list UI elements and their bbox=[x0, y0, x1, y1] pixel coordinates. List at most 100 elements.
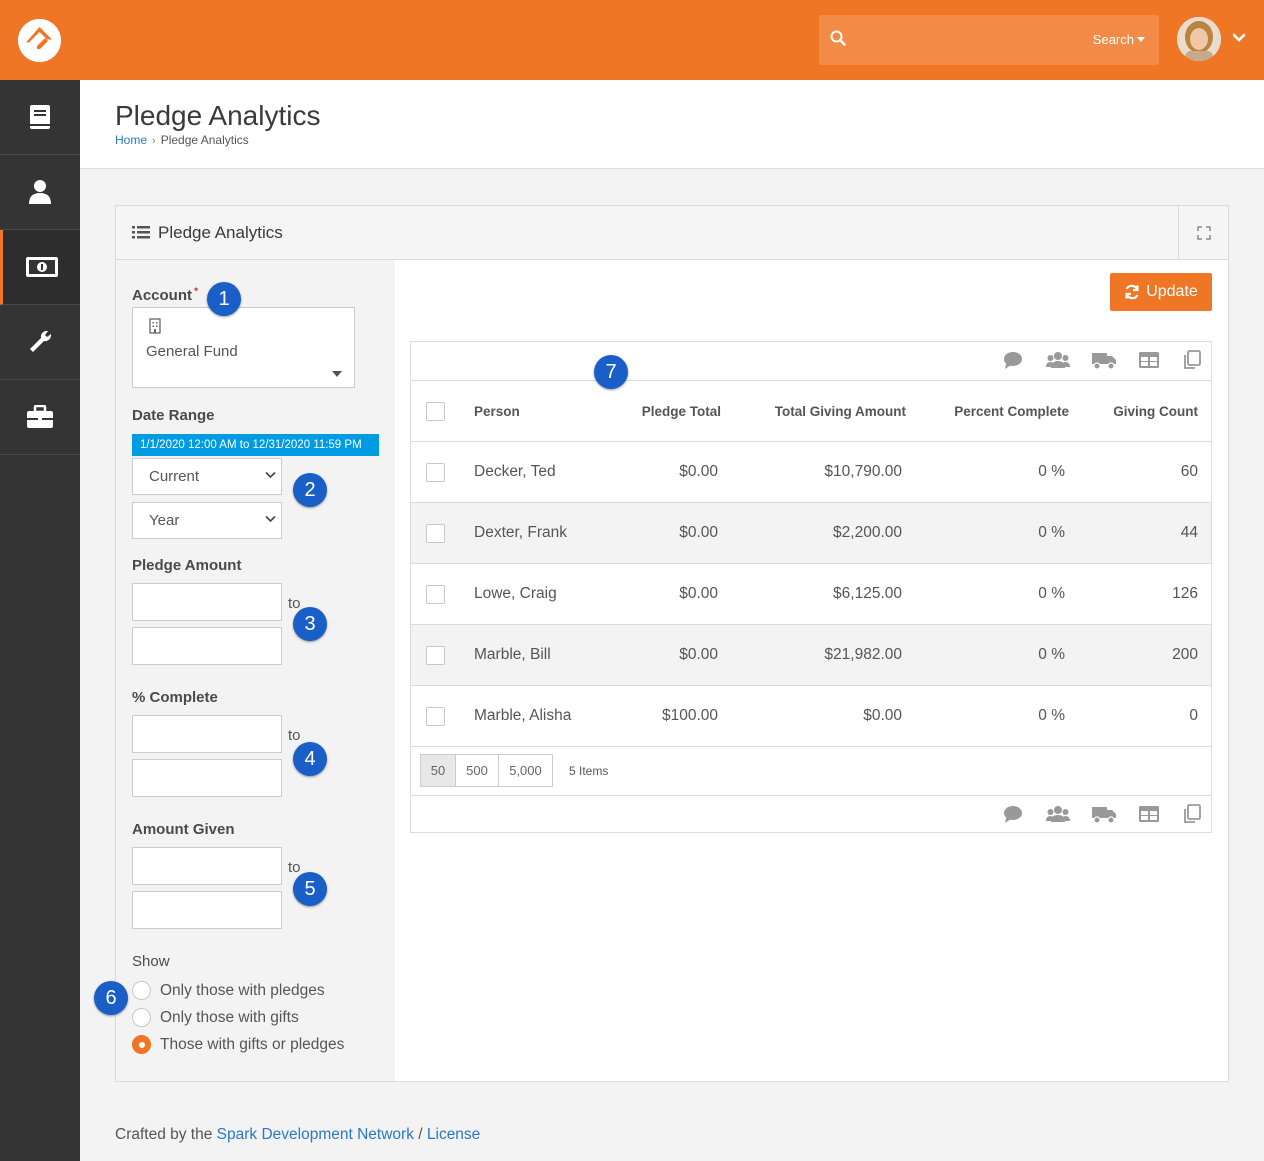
top-bar: Search bbox=[0, 0, 1264, 80]
group-icon[interactable] bbox=[1046, 350, 1070, 370]
row-checkbox-cell bbox=[426, 686, 446, 746]
radio-button[interactable] bbox=[132, 1008, 151, 1027]
merge-template-icon[interactable] bbox=[1182, 350, 1202, 370]
select-all-checkbox[interactable] bbox=[426, 401, 445, 421]
chevron-down-icon bbox=[265, 515, 276, 523]
sidebar-item-content[interactable] bbox=[0, 80, 80, 155]
excel-export-icon[interactable] bbox=[1138, 804, 1160, 824]
column-header-percent-complete[interactable]: Percent Complete bbox=[954, 381, 1069, 441]
date-range-mode-select[interactable]: Current bbox=[132, 458, 282, 495]
money-icon bbox=[25, 257, 58, 277]
callout-marker-3: 3 bbox=[293, 607, 327, 641]
callout-marker-6: 6 bbox=[94, 981, 128, 1015]
date-range-label: Date Range bbox=[132, 407, 215, 424]
pledge-analytics-panel: Pledge Analytics Account • General Fund D… bbox=[115, 205, 1229, 1082]
avatar[interactable] bbox=[1177, 17, 1221, 61]
pledge-amount-min-input[interactable] bbox=[132, 583, 282, 621]
row-checkbox[interactable] bbox=[426, 584, 445, 604]
column-header-pledge-total[interactable]: Pledge Total bbox=[642, 381, 721, 441]
table-row[interactable]: Marble, Alisha $100.00 $0.00 0 % 0 bbox=[411, 686, 1211, 747]
amount-given-to-label: to bbox=[288, 859, 301, 876]
percent-complete-max-input[interactable] bbox=[132, 759, 282, 797]
account-picker[interactable]: General Fund bbox=[132, 307, 355, 388]
sidebar-item-tools[interactable] bbox=[0, 305, 80, 380]
cell-total-giving: $10,790.00 bbox=[824, 463, 902, 480]
update-button[interactable]: Update bbox=[1110, 273, 1212, 311]
search-type-button[interactable]: Search bbox=[1093, 32, 1145, 47]
show-option-gifts[interactable]: Only those with gifts bbox=[132, 1008, 299, 1027]
truck-icon[interactable] bbox=[1092, 350, 1116, 370]
search-box: Search bbox=[819, 15, 1159, 65]
table-row[interactable]: Decker, Ted $0.00 $10,790.00 0 % 60 bbox=[411, 442, 1211, 503]
cell-total-giving: $2,200.00 bbox=[833, 524, 902, 541]
percent-complete-min-input[interactable] bbox=[132, 715, 282, 753]
sidebar-item-admin[interactable] bbox=[0, 380, 80, 455]
table-row[interactable]: Marble, Bill $0.00 $21,982.00 0 % 200 bbox=[411, 625, 1211, 686]
radio-button-selected[interactable] bbox=[132, 1035, 151, 1054]
group-icon[interactable] bbox=[1046, 804, 1070, 824]
table-row[interactable]: Dexter, Frank $0.00 $2,200.00 0 % 44 bbox=[411, 503, 1211, 564]
row-checkbox[interactable] bbox=[426, 645, 445, 665]
license-link[interactable]: License bbox=[427, 1126, 480, 1143]
building-icon bbox=[149, 318, 161, 334]
amount-given-min-input[interactable] bbox=[132, 847, 282, 885]
show-option-pledges[interactable]: Only those with pledges bbox=[132, 981, 325, 1000]
book-icon bbox=[30, 105, 50, 129]
cell-giving-count: 60 bbox=[1180, 463, 1198, 480]
sidebar-item-finance[interactable] bbox=[0, 230, 80, 305]
pledge-amount-label: Pledge Amount bbox=[132, 557, 242, 574]
search-input[interactable] bbox=[859, 23, 1079, 57]
cell-percent-complete: 0 % bbox=[1038, 524, 1065, 541]
table-row[interactable]: Lowe, Craig $0.00 $6,125.00 0 % 126 bbox=[411, 564, 1211, 625]
grid-actions-top bbox=[411, 342, 1211, 380]
percent-complete-label: % Complete bbox=[132, 689, 218, 706]
panel-title: Pledge Analytics bbox=[158, 223, 283, 242]
pledge-amount-max-input[interactable] bbox=[132, 627, 282, 665]
row-checkbox[interactable] bbox=[426, 523, 445, 543]
radio-button[interactable] bbox=[132, 981, 151, 1000]
cell-percent-complete: 0 % bbox=[1038, 585, 1065, 602]
cell-giving-count: 0 bbox=[1189, 707, 1198, 724]
footer-prefix: Crafted by the bbox=[115, 1126, 217, 1143]
row-checkbox-cell bbox=[426, 625, 446, 685]
callout-marker-5: 5 bbox=[293, 872, 327, 906]
chevron-down-icon bbox=[265, 471, 276, 479]
communicate-icon[interactable] bbox=[1002, 350, 1024, 370]
column-header-giving-count[interactable]: Giving Count bbox=[1113, 381, 1198, 441]
list-icon bbox=[132, 226, 150, 239]
communicate-icon[interactable] bbox=[1002, 804, 1024, 824]
breadcrumb-chevron-icon: › bbox=[152, 135, 156, 147]
pledge-amount-to-label: to bbox=[288, 595, 301, 612]
truck-icon[interactable] bbox=[1092, 804, 1116, 824]
column-header-person[interactable]: Person bbox=[474, 381, 520, 441]
breadcrumb-home-link[interactable]: Home bbox=[115, 133, 147, 147]
callout-marker-1: 1 bbox=[207, 282, 241, 316]
select-all-checkbox-cell bbox=[426, 381, 446, 441]
amount-given-max-input[interactable] bbox=[132, 891, 282, 929]
cell-total-giving: $21,982.00 bbox=[824, 646, 902, 663]
column-header-total-giving[interactable]: Total Giving Amount bbox=[775, 381, 906, 441]
fullscreen-button[interactable] bbox=[1178, 206, 1228, 259]
row-checkbox[interactable] bbox=[426, 706, 445, 726]
date-range-mode-value: Current bbox=[149, 468, 200, 485]
page-size-50[interactable]: 50 bbox=[420, 754, 456, 787]
filter-column: Account • General Fund Date Range 1/1/202… bbox=[116, 260, 395, 1081]
wrench-icon bbox=[30, 330, 52, 352]
percent-complete-to-label: to bbox=[288, 727, 301, 744]
date-range-unit-select[interactable]: Year bbox=[132, 502, 282, 539]
page-size-500[interactable]: 500 bbox=[455, 754, 499, 787]
briefcase-icon bbox=[27, 405, 53, 428]
spark-link[interactable]: Spark Development Network bbox=[217, 1126, 414, 1143]
page-size-5000[interactable]: 5,000 bbox=[498, 754, 553, 787]
rock-logo-icon[interactable] bbox=[18, 19, 61, 62]
row-checkbox[interactable] bbox=[426, 462, 445, 482]
sidebar-item-people[interactable] bbox=[0, 155, 80, 230]
chevron-down-icon[interactable] bbox=[1232, 33, 1246, 43]
grid-header-row: Person Pledge Total Total Giving Amount … bbox=[411, 380, 1211, 442]
excel-export-icon[interactable] bbox=[1138, 350, 1160, 370]
show-option-gifts-or-pledges[interactable]: Those with gifts or pledges bbox=[132, 1035, 344, 1054]
expand-icon bbox=[1196, 225, 1211, 240]
merge-template-icon[interactable] bbox=[1182, 804, 1202, 824]
show-option-label: Only those with pledges bbox=[160, 981, 325, 999]
required-indicator: • bbox=[194, 282, 199, 296]
